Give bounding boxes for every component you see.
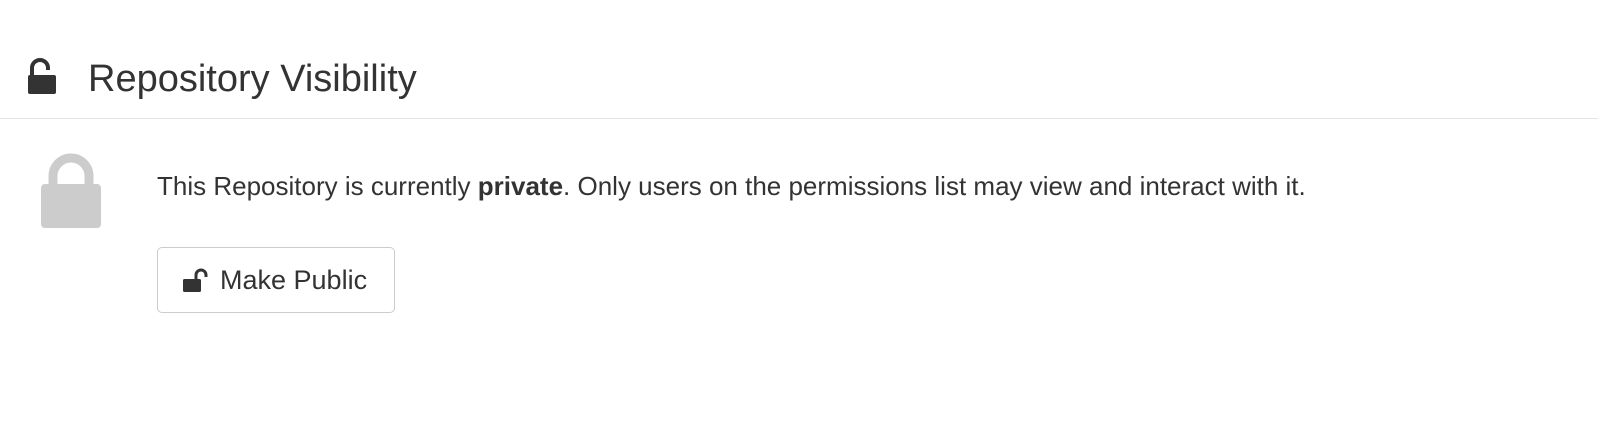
- unlock-icon: [28, 58, 56, 94]
- section-title: Repository Visibility: [88, 58, 417, 100]
- section-header: Repository Visibility: [0, 0, 1598, 119]
- status-suffix: . Only users on the permissions list may…: [563, 171, 1306, 201]
- lock-icon: [40, 152, 102, 228]
- make-public-button[interactable]: Make Public: [157, 247, 395, 313]
- visibility-status-value: private: [477, 171, 564, 201]
- make-public-label: Make Public: [220, 264, 368, 295]
- status-prefix: This Repository is currently: [157, 171, 478, 201]
- unlock-icon: [182, 267, 208, 293]
- visibility-status-text: This Repository is currently private. On…: [157, 170, 1306, 202]
